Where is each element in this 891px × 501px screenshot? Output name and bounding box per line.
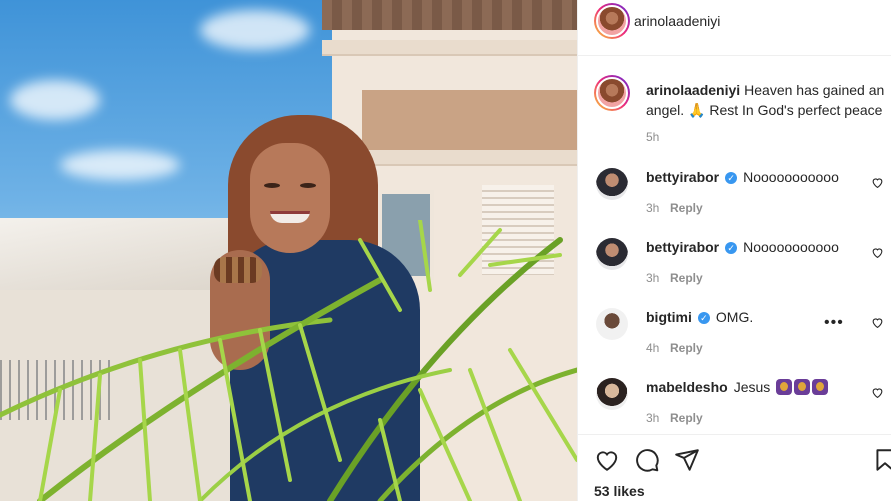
action-bar: 53 likes <box>578 434 891 501</box>
comment-time[interactable]: 3h <box>646 411 659 425</box>
comment-text: Jesus <box>733 379 771 395</box>
comment-username[interactable]: mabeldesho <box>646 379 728 395</box>
reply-button[interactable]: Reply <box>670 271 703 285</box>
comment-text: Nooooooooooo <box>743 169 839 185</box>
caption-time[interactable]: 5h <box>646 130 659 144</box>
post-header: arinolaadeniyi <box>578 0 891 56</box>
reply-button[interactable]: Reply <box>670 341 703 355</box>
house-ledge <box>322 40 577 56</box>
comment-icon[interactable] <box>634 447 660 473</box>
caption-username[interactable]: arinolaadeniyi <box>646 82 740 98</box>
comment-username[interactable]: bigtimi <box>646 309 692 325</box>
comment-username[interactable]: bettyirabor <box>646 169 719 185</box>
comment: mabeldesho Jesus <box>646 378 829 396</box>
angel-emoji-icon <box>794 379 811 395</box>
caption: arinolaadeniyi Heaven has gained an angel… <box>646 80 886 120</box>
comment-avatar[interactable] <box>596 238 628 270</box>
comment: bigtimi ✓ OMG. <box>646 308 753 326</box>
comment-avatar[interactable] <box>596 378 628 410</box>
more-options-icon[interactable]: ••• <box>824 314 844 332</box>
comment-time[interactable]: 3h <box>646 271 659 285</box>
comment-time[interactable]: 3h <box>646 201 659 215</box>
heart-icon[interactable] <box>594 447 620 473</box>
comment-avatar[interactable] <box>596 168 628 200</box>
comment: bettyirabor ✓ Nooooooooooo <box>646 238 839 256</box>
heart-icon[interactable] <box>871 316 884 329</box>
cloud <box>60 150 180 180</box>
comment-avatar[interactable] <box>596 308 628 340</box>
heart-icon[interactable] <box>871 386 884 399</box>
heart-icon[interactable] <box>871 246 884 259</box>
author-username[interactable]: arinolaadeniyi <box>634 13 720 29</box>
verified-badge-icon: ✓ <box>725 242 738 254</box>
verified-badge-icon: ✓ <box>725 172 738 184</box>
comment: bettyirabor ✓ Nooooooooooo <box>646 168 839 186</box>
heart-icon[interactable] <box>871 176 884 189</box>
comment-username[interactable]: bettyirabor <box>646 239 719 255</box>
palm-leaves <box>0 220 577 501</box>
angel-emoji-icon <box>776 379 793 395</box>
reply-button[interactable]: Reply <box>670 201 703 215</box>
caption-avatar[interactable] <box>594 75 630 111</box>
post-photo[interactable] <box>0 0 577 501</box>
cloud <box>200 10 310 50</box>
house-roof <box>322 0 577 30</box>
comment-text: Nooooooooooo <box>743 239 839 255</box>
cloud <box>10 80 100 120</box>
author-avatar[interactable] <box>594 3 630 39</box>
angel-emoji-icon <box>812 379 829 395</box>
comments-panel: arinolaadeniyi arinolaadeniyi Heaven has … <box>577 0 891 501</box>
reply-button[interactable]: Reply <box>670 411 703 425</box>
verified-badge-icon: ✓ <box>697 312 710 324</box>
likes-count[interactable]: 53 likes <box>594 483 645 499</box>
bookmark-icon[interactable] <box>872 447 891 473</box>
woman-eyes <box>262 183 318 189</box>
comment-time[interactable]: 4h <box>646 341 659 355</box>
comment-text: OMG. <box>715 309 754 325</box>
share-icon[interactable] <box>674 447 700 473</box>
